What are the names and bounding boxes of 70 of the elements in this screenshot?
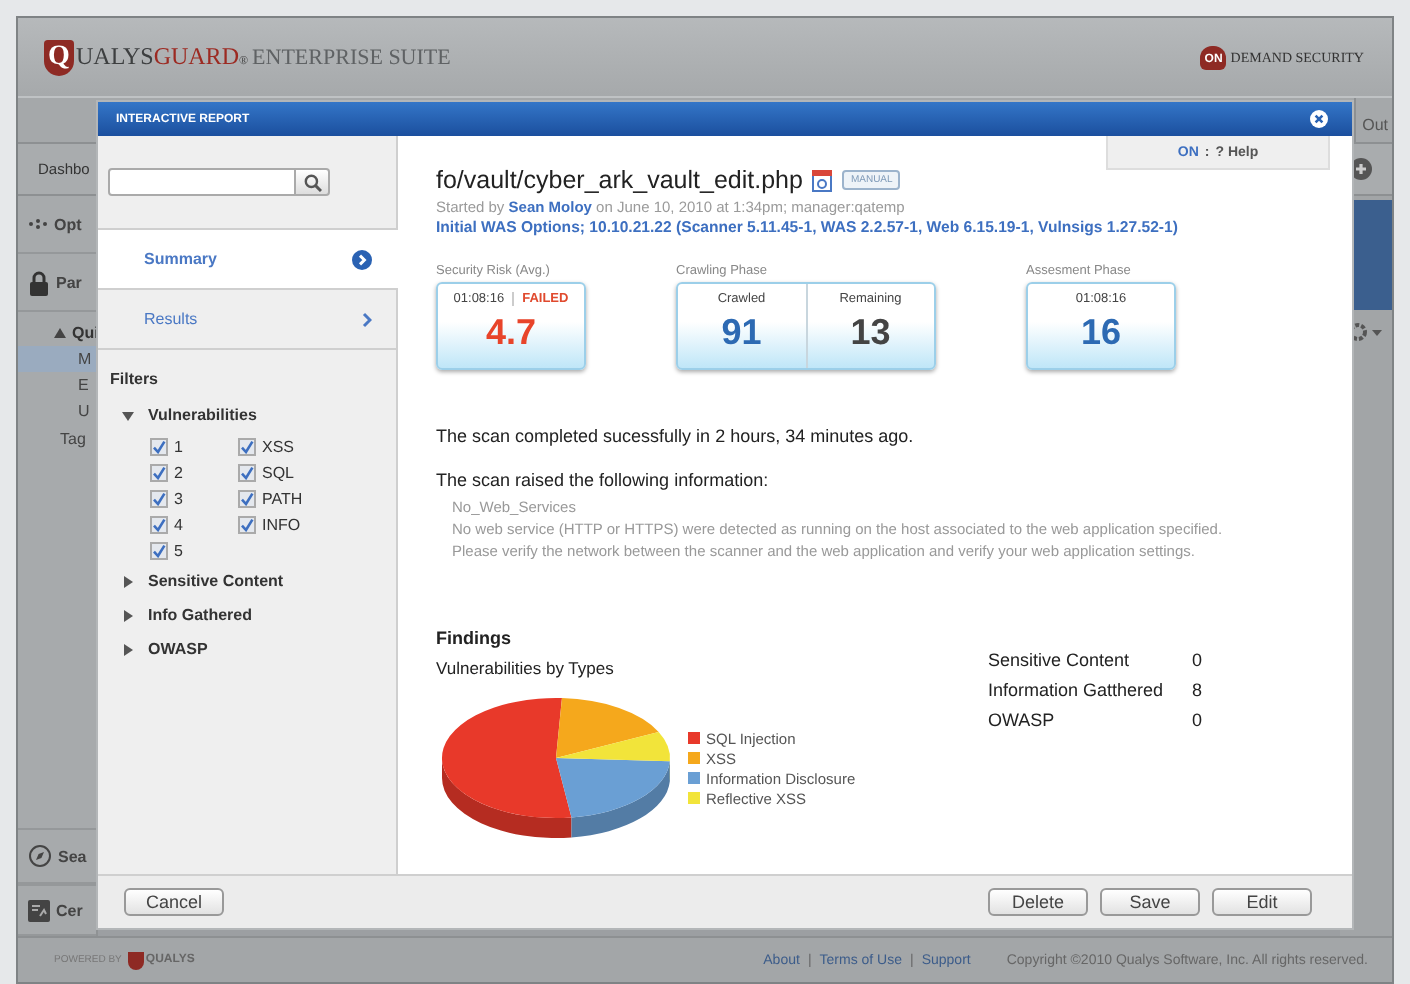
triangle-icon[interactable] — [122, 409, 134, 421]
stat-value: 16 — [1080, 312, 1122, 354]
stat-value: 13 — [850, 312, 891, 354]
filter-group[interactable]: Info Gathered — [148, 606, 253, 624]
total-value: 0 — [1192, 710, 1203, 730]
total-value: 0 — [1192, 650, 1203, 670]
calendar-icon — [812, 169, 833, 191]
checkbox-label: 1 — [174, 438, 183, 456]
page-title: fo/vault/cyber_ark_vault_edit.php — [436, 166, 803, 194]
action-button[interactable]: Edit — [1212, 888, 1312, 916]
stat-value: 4.7 — [485, 312, 537, 354]
triangle-icon[interactable] — [122, 609, 134, 621]
message-text: The scan raised the following information: — [436, 470, 771, 490]
nav-item[interactable]: Summary — [98, 230, 398, 290]
checkbox[interactable] — [150, 464, 168, 482]
certificate-icon — [28, 899, 50, 921]
total-label: Information Gatthered — [988, 680, 1166, 700]
stat-value: 91 — [721, 312, 762, 354]
findings-heading: Findings — [436, 628, 513, 648]
sidebar-subitem[interactable]: E — [18, 372, 96, 398]
close-icon[interactable] — [1310, 110, 1328, 128]
total-label: OWASP — [988, 710, 1057, 730]
sidebar-subitem[interactable]: M — [18, 346, 96, 372]
triangle-icon[interactable] — [122, 575, 134, 587]
checkbox-label: XSS — [262, 438, 295, 456]
checkbox-label: 2 — [174, 464, 183, 482]
checkbox-label: 3 — [174, 490, 183, 508]
sidebar-subitem[interactable]: U — [18, 398, 96, 424]
checkbox[interactable] — [150, 516, 168, 534]
checkbox[interactable] — [150, 542, 168, 560]
gear-dropdown-icon[interactable] — [1348, 322, 1384, 342]
triangle-icon[interactable] — [122, 643, 134, 655]
search-button[interactable] — [296, 168, 330, 196]
q-shield-icon — [127, 951, 144, 969]
checkbox[interactable] — [238, 464, 256, 482]
checkbox[interactable] — [238, 438, 256, 456]
checkbox-label: PATH — [262, 490, 303, 508]
filter-group[interactable]: Vulnerabilities — [148, 406, 257, 424]
lock-icon — [28, 269, 50, 295]
checkbox-label: SQL — [262, 464, 295, 482]
cancel-button[interactable]: Cancel — [124, 888, 224, 916]
filter-group[interactable]: OWASP — [148, 640, 208, 658]
filters-heading: Filters — [110, 370, 161, 388]
compass-icon — [28, 844, 52, 868]
checkbox-label: 5 — [174, 542, 183, 560]
checkbox[interactable] — [238, 516, 256, 534]
sidebar-item[interactable]: Tag — [18, 424, 96, 454]
action-button[interactable]: Save — [1100, 888, 1200, 916]
checkbox[interactable] — [150, 490, 168, 508]
checkbox-label: 4 — [174, 516, 183, 534]
circled-chevron-icon — [352, 249, 372, 269]
search-icon — [303, 173, 321, 191]
options-icon — [28, 218, 48, 230]
sidebar-item[interactable]: Cer — [56, 901, 83, 919]
action-button[interactable]: Delete — [988, 888, 1088, 916]
nav-item[interactable]: Results — [98, 290, 396, 350]
filter-group[interactable]: Sensitive Content — [148, 572, 284, 590]
sidebar-item[interactable]: Par — [56, 273, 82, 291]
checkbox[interactable] — [150, 438, 168, 456]
message-text: The scan completed sucessfully in 2 hours, 34 minutes ago. — [436, 426, 916, 446]
triangle-icon[interactable] — [54, 328, 66, 338]
total-label: Sensitive Content — [988, 650, 1132, 670]
chevron-icon — [362, 311, 372, 327]
chart-title: Vulnerabilities by Types — [436, 658, 616, 678]
sidebar-item[interactable]: Opt — [54, 215, 82, 233]
sidebar-item[interactable]: Sea — [58, 847, 87, 865]
search-field[interactable] — [108, 168, 296, 196]
total-value: 8 — [1192, 680, 1203, 700]
checkbox-label: INFO — [262, 516, 301, 534]
checkbox[interactable] — [238, 490, 256, 508]
